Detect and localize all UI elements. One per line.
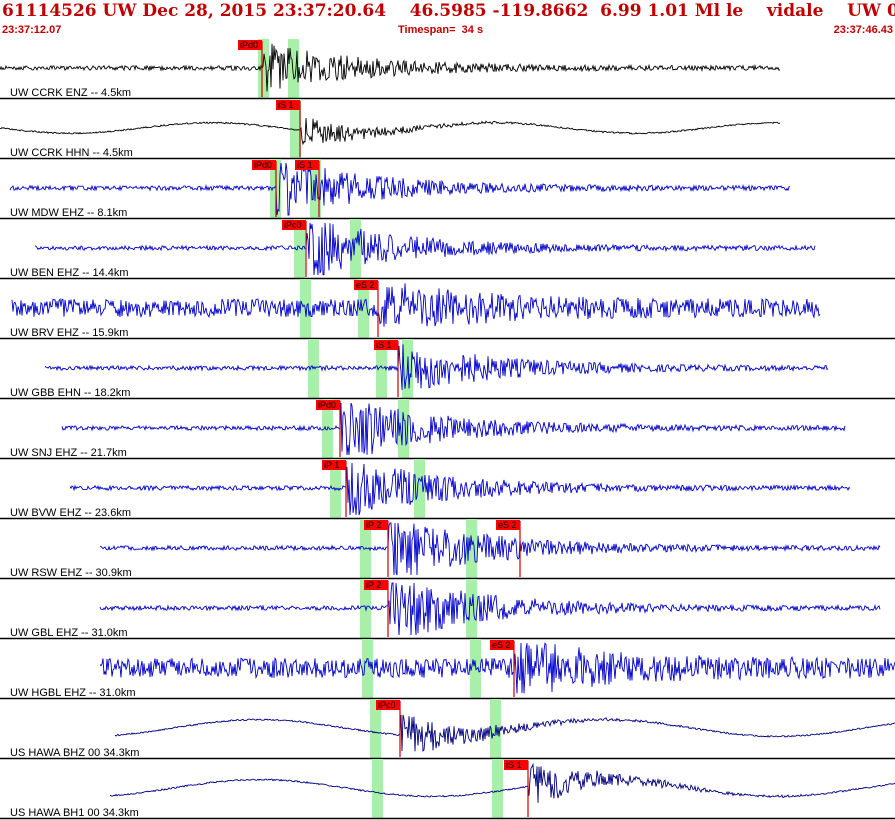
waveform-trace bbox=[34, 222, 816, 276]
trace-panel[interactable]: eS 2 UW HGBL EHZ -- 31.0km bbox=[0, 639, 895, 700]
trace-panel[interactable]: iP 2 UW GBL EHZ -- 31.0km bbox=[0, 579, 895, 640]
waveform-trace bbox=[0, 43, 781, 92]
phase-pick[interactable]: eS 2 bbox=[490, 640, 515, 697]
pick-label: iP 2 bbox=[366, 520, 381, 530]
pick-label: eS 2 bbox=[356, 280, 375, 290]
window-end-time: 23:37:46.43 bbox=[833, 24, 893, 36]
pick-label: iS 1 bbox=[278, 100, 294, 110]
pick-window-band bbox=[372, 759, 383, 819]
trace-panel[interactable]: iP 2 eS 2 UW RSW EHZ -- 30.9km bbox=[0, 519, 895, 580]
station-label: UW MDW EHZ -- 8.1km bbox=[10, 207, 127, 219]
waveform-trace bbox=[99, 522, 881, 576]
pick-label: iPd0 bbox=[318, 400, 336, 410]
trace-panel[interactable]: iS 1 UW CCRK HHN -- 4.5km bbox=[0, 99, 895, 160]
pick-label: eS 2 bbox=[498, 520, 517, 530]
pick-label: iPd0 bbox=[240, 40, 258, 50]
station-label: US HAWA BHZ 00 34.3km bbox=[10, 747, 139, 759]
station-label: UW CCRK ENZ -- 4.5km bbox=[10, 87, 131, 99]
station-label: UW BEN EHZ -- 14.4km bbox=[10, 267, 129, 279]
event-header: 61114526 UW Dec 28, 2015 23:37:20.64 46.… bbox=[0, 0, 895, 39]
pick-label: iPc0 bbox=[284, 220, 302, 230]
waveform-trace bbox=[61, 402, 846, 456]
station-label: UW BVW EHZ -- 23.6km bbox=[10, 507, 131, 519]
trace-panel[interactable]: iS 1 UW GBB EHN -- 18.2km bbox=[0, 339, 895, 400]
waveform-trace bbox=[114, 714, 895, 752]
seismogram-panels[interactable]: iPd0 UW CCRK ENZ -- 4.5km iS 1 UW CCRK HHN … bbox=[0, 39, 895, 820]
pick-label: iS 1 bbox=[297, 160, 313, 170]
station-label: UW GBB EHN -- 18.2km bbox=[10, 387, 130, 399]
pick-label: iS 1 bbox=[376, 340, 392, 350]
trace-panel[interactable]: iPd0 iS 1 UW MDW EHZ -- 8.1km bbox=[0, 159, 895, 220]
station-label: UW HGBL EHZ -- 31.0km bbox=[10, 687, 136, 699]
waveform-trace bbox=[69, 462, 851, 516]
pick-label: eS 2 bbox=[492, 640, 511, 650]
waveform-trace bbox=[99, 582, 881, 636]
station-label: UW BRV EHZ -- 15.9km bbox=[10, 327, 128, 339]
trace-panel[interactable]: iPd0 UW SNJ EHZ -- 21.7km bbox=[0, 399, 895, 460]
waveform-trace bbox=[44, 344, 829, 390]
pick-label: iP 2 bbox=[366, 580, 381, 590]
pick-label: iS 1 bbox=[506, 760, 522, 770]
station-label: US HAWA BH1 00 34.3km bbox=[10, 807, 139, 819]
window-start-time: 23:37:12.07 bbox=[2, 24, 62, 36]
station-label: UW RSW EHZ -- 30.9km bbox=[10, 567, 132, 579]
station-label: UW CCRK HHN -- 4.5km bbox=[10, 147, 133, 159]
pick-label: iPd0 bbox=[254, 160, 272, 170]
station-label: UW SNJ EHZ -- 21.7km bbox=[10, 447, 127, 459]
waveform-trace bbox=[0, 117, 781, 146]
pick-window-band bbox=[492, 759, 503, 819]
trace-panel[interactable]: iS 1 US HAWA BH1 00 34.3km bbox=[0, 759, 895, 820]
waveform-trace bbox=[11, 283, 821, 327]
timespan-label: Timespan= 34 s bbox=[398, 24, 484, 36]
station-label: UW GBL EHZ -- 31.0km bbox=[10, 627, 128, 639]
event-summary-title: 61114526 UW Dec 28, 2015 23:37:20.64 46.… bbox=[2, 1, 895, 21]
pick-label: iPc0 bbox=[378, 700, 396, 710]
trace-panel[interactable]: iP 1 UW BVW EHZ -- 23.6km bbox=[0, 459, 895, 520]
trace-panel[interactable]: iPc0 UW BEN EHZ -- 14.4km bbox=[0, 219, 895, 280]
trace-panel[interactable]: iPd0 UW CCRK ENZ -- 4.5km bbox=[0, 39, 895, 100]
trace-panel[interactable]: iPc0 US HAWA BHZ 00 34.3km bbox=[0, 699, 895, 760]
waveform-trace bbox=[99, 642, 895, 694]
waveform-viewer: 61114526 UW Dec 28, 2015 23:37:20.64 46.… bbox=[0, 0, 895, 820]
pick-label: iP 1 bbox=[324, 460, 339, 470]
trace-panel[interactable]: eS 2 UW BRV EHZ -- 15.9km bbox=[0, 279, 895, 340]
pick-window-band bbox=[466, 579, 477, 639]
